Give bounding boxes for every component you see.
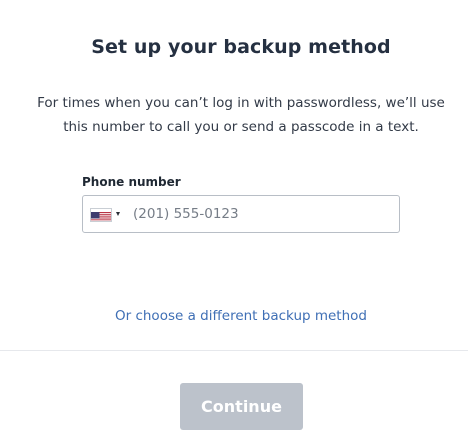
- phone-number-input[interactable]: [133, 197, 391, 231]
- phone-number-field: [82, 195, 400, 233]
- backup-method-page: Set up your backup method For times when…: [0, 0, 468, 445]
- chevron-down-icon: [116, 212, 120, 216]
- footer-divider: [0, 350, 468, 351]
- phone-number-label: Phone number: [82, 175, 181, 189]
- different-backup-method-link[interactable]: Or choose a different backup method: [0, 308, 468, 324]
- description-text: For times when you can’t log in with pas…: [37, 95, 445, 135]
- continue-button[interactable]: Continue: [180, 383, 303, 430]
- country-code-selector[interactable]: [83, 196, 127, 232]
- page-title: Set up your backup method: [91, 36, 391, 58]
- us-flag-icon: [90, 208, 112, 222]
